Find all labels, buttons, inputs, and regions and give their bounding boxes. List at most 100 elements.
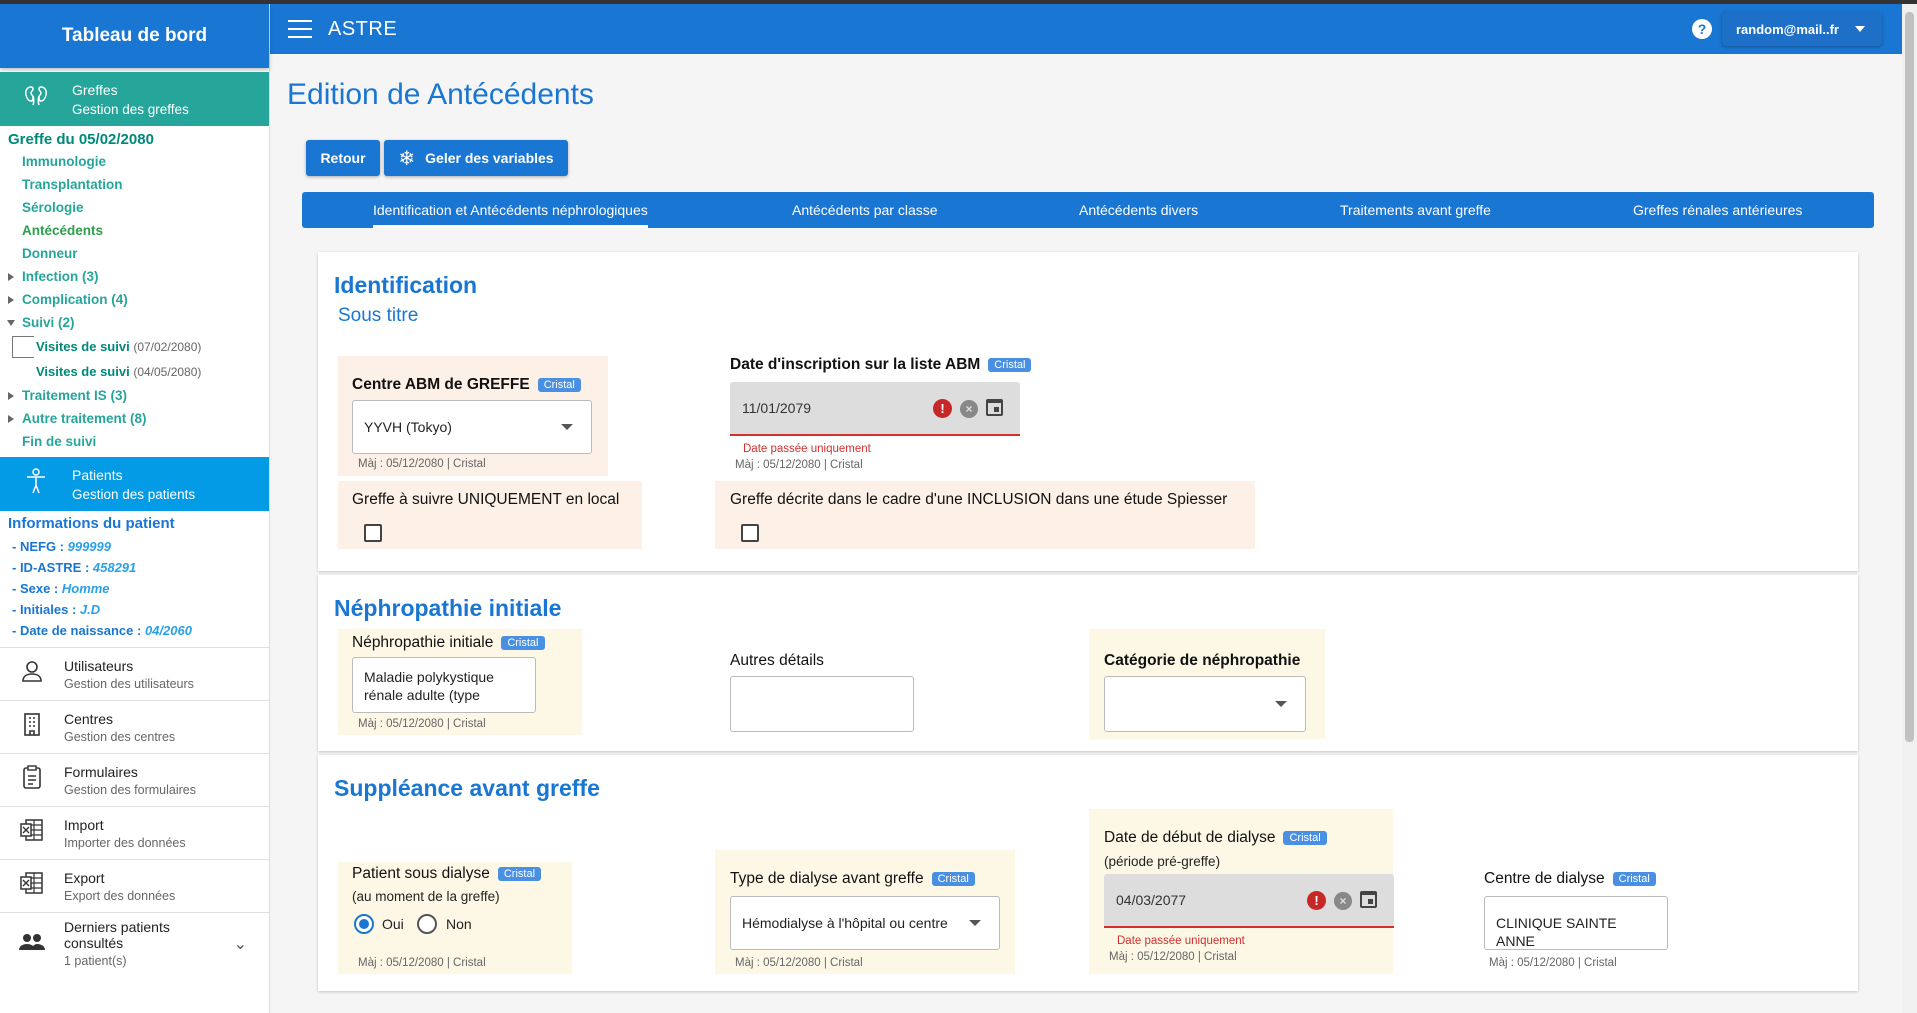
menu-export[interactable]: Export Export des données xyxy=(0,859,269,912)
chevron-down-icon[interactable]: ⌄ xyxy=(234,934,247,954)
menu-utilisateurs[interactable]: Utilisateurs Gestion des utilisateurs xyxy=(0,647,269,700)
update-info: Màj : 05/12/2080 | Cristal xyxy=(358,957,486,969)
type-dialyse-value: Hémodialyse à l'hôpital ou centre xyxy=(742,915,948,931)
update-info: Màj : 05/12/2080 | Cristal xyxy=(1489,957,1617,969)
centre-greffe-label: Centre ABM de GREFFE Cristal xyxy=(352,376,581,394)
nephropathie-label: Néphropathie initiale Cristal xyxy=(352,634,545,652)
patient-info-sexe: - Sexe : Homme xyxy=(0,578,269,599)
menu-import[interactable]: Import Importer des données xyxy=(0,806,269,859)
inclusion-checkbox[interactable] xyxy=(741,524,759,542)
menu-subtitle: Export des données xyxy=(64,888,176,903)
spreadsheet-export-icon xyxy=(0,871,64,901)
back-button[interactable]: Retour xyxy=(306,140,380,176)
update-info: Màj : 05/12/2080 | Cristal xyxy=(358,718,486,730)
module-greffes[interactable]: Greffes Gestion des greffes xyxy=(0,72,269,126)
nav-transplantation[interactable]: Transplantation xyxy=(0,173,269,196)
debut-dialyse-label: Date de début de dialyse Cristal xyxy=(1104,829,1327,847)
nav-antecedents[interactable]: Antécédents xyxy=(0,219,269,242)
tab-greffes-anterieures[interactable]: Greffes rénales antérieures xyxy=(1633,192,1802,228)
nav-infection[interactable]: Infection (3) xyxy=(0,265,269,288)
nav-traitement-is[interactable]: Traitement IS (3) xyxy=(0,384,269,407)
menu-formulaires[interactable]: Formulaires Gestion des formulaires xyxy=(0,753,269,806)
nephropathie-field: Néphropathie initiale Cristal Maladie pol… xyxy=(338,629,582,735)
patient-info-nefg: - NEFG : 999999 xyxy=(0,536,269,557)
nav-autre-traitement[interactable]: Autre traitement (8) xyxy=(0,407,269,430)
dialyse-label-text: Patient sous dialyse xyxy=(352,865,490,882)
people-icon xyxy=(0,931,64,957)
menu-centres[interactable]: Centres Gestion des centres xyxy=(0,700,269,753)
autres-details-input[interactable] xyxy=(730,676,914,732)
inclusion-field: Greffe décrite dans le cadre d'une INCLU… xyxy=(715,481,1255,549)
nav-immunologie[interactable]: Immunologie xyxy=(0,150,269,173)
section-title-nephropathie: Néphropathie initiale xyxy=(334,595,562,621)
focus-outline xyxy=(12,336,34,358)
categorie-select[interactable] xyxy=(1104,676,1306,732)
suivi-item-date: (04/05/2080) xyxy=(133,365,202,379)
dialyse-oui-radio[interactable] xyxy=(354,914,374,934)
user-menu-button[interactable]: random@mail..fr xyxy=(1722,12,1882,46)
tab-antecedents-classe[interactable]: Antécédents par classe xyxy=(792,192,938,228)
sidebar-header[interactable]: Tableau de bord xyxy=(0,4,269,68)
date-inscription-label-text: Date d'inscription sur la liste ABM xyxy=(730,356,981,373)
spreadsheet-import-icon xyxy=(0,818,64,848)
categorie-label: Catégorie de néphropathie xyxy=(1104,652,1301,669)
calendar-icon[interactable] xyxy=(986,399,1003,416)
menu-title: Derniers patients consultés xyxy=(64,919,170,951)
nav-serologie[interactable]: Sérologie xyxy=(0,196,269,219)
centre-greffe-value: YYVH (Tokyo) xyxy=(364,419,452,435)
nav-donneur[interactable]: Donneur xyxy=(0,242,269,265)
module-patients[interactable]: Patients Gestion des patients xyxy=(0,457,269,511)
centre-greffe-field: Centre ABM de GREFFE Cristal YYVH (Tokyo)… xyxy=(338,356,608,476)
date-inscription-input[interactable]: 11/01/2079 ! × xyxy=(730,382,1020,436)
hamburger-icon[interactable] xyxy=(288,20,312,38)
centre-dialyse-input[interactable]: CLINIQUE SAINTE ANNE xyxy=(1484,896,1668,950)
help-icon[interactable]: ? xyxy=(1692,19,1712,39)
user-icon xyxy=(0,660,64,688)
menu-subtitle: 1 patient(s) xyxy=(64,954,127,968)
collapse-arrow-icon xyxy=(7,320,15,326)
nephropathie-card: Néphropathie initiale Néphropathie initi… xyxy=(318,575,1858,751)
module-greffes-subtitle: Gestion des greffes xyxy=(72,101,189,117)
nav-fin-de-suivi[interactable]: Fin de suivi xyxy=(0,430,269,453)
suivi-item[interactable]: Visites de suivi (07/02/2080) xyxy=(0,334,269,359)
cristal-badge: Cristal xyxy=(931,871,975,886)
tab-identification[interactable]: Identification et Antécédents néphrologi… xyxy=(373,192,648,228)
debut-dialyse-value: 04/03/2077 xyxy=(1116,892,1187,908)
type-dialyse-select[interactable]: Hémodialyse à l'hôpital ou centre xyxy=(730,896,1000,950)
greffe-title[interactable]: Greffe du 05/02/2080 xyxy=(0,126,269,150)
freeze-variables-button[interactable]: ❄ Geler des variables xyxy=(384,140,568,176)
scrollbar-thumb[interactable] xyxy=(1905,12,1914,742)
expand-arrow-icon xyxy=(8,296,14,304)
dropdown-arrow-icon xyxy=(1275,701,1287,707)
cristal-badge: Cristal xyxy=(988,357,1032,372)
dialyse-note: (au moment de la greffe) xyxy=(352,889,500,904)
date-inscription-value: 11/01/2079 xyxy=(742,400,812,416)
page-scrollbar[interactable] xyxy=(1902,4,1917,1013)
nav-suivi[interactable]: Suivi (2) xyxy=(0,311,269,334)
patient-info-value: 04/2060 xyxy=(144,623,192,638)
dialyse-non-radio[interactable] xyxy=(417,914,437,934)
clear-icon[interactable]: × xyxy=(1334,892,1352,910)
dialyse-non-label: Non xyxy=(446,916,472,932)
error-icon: ! xyxy=(1307,891,1326,910)
debut-error-message: Date passée uniquement xyxy=(1117,935,1245,947)
nav-complication[interactable]: Complication (4) xyxy=(0,288,269,311)
tab-antecedents-divers[interactable]: Antécédents divers xyxy=(1079,192,1198,228)
clear-icon[interactable]: × xyxy=(960,400,978,418)
local-checkbox[interactable] xyxy=(364,524,382,542)
centre-greffe-select[interactable]: YYVH (Tokyo) xyxy=(352,400,592,454)
cristal-badge: Cristal xyxy=(1283,830,1327,845)
section-title-identification: Identification xyxy=(334,272,478,298)
debut-dialyse-input[interactable]: 04/03/2077 ! × xyxy=(1104,874,1394,928)
section-title-suppleance: Suppléance avant greffe xyxy=(334,775,600,801)
menu-derniers-patients[interactable]: Derniers patients consultés 1 patient(s) … xyxy=(0,912,269,974)
kidney-icon xyxy=(0,84,72,114)
suivi-item[interactable]: Visites de suivi (04/05/2080) xyxy=(0,359,269,384)
tab-traitements-avant-greffe[interactable]: Traitements avant greffe xyxy=(1340,192,1491,228)
patient-info-value: 999999 xyxy=(67,539,111,554)
menu-subtitle: Gestion des formulaires xyxy=(64,782,197,797)
patient-info-title: Informations du patient xyxy=(8,515,175,532)
calendar-icon[interactable] xyxy=(1360,891,1377,908)
nephropathie-input[interactable]: Maladie polykystique rénale adulte (type xyxy=(352,657,536,713)
menu-title: Centres xyxy=(64,710,114,727)
